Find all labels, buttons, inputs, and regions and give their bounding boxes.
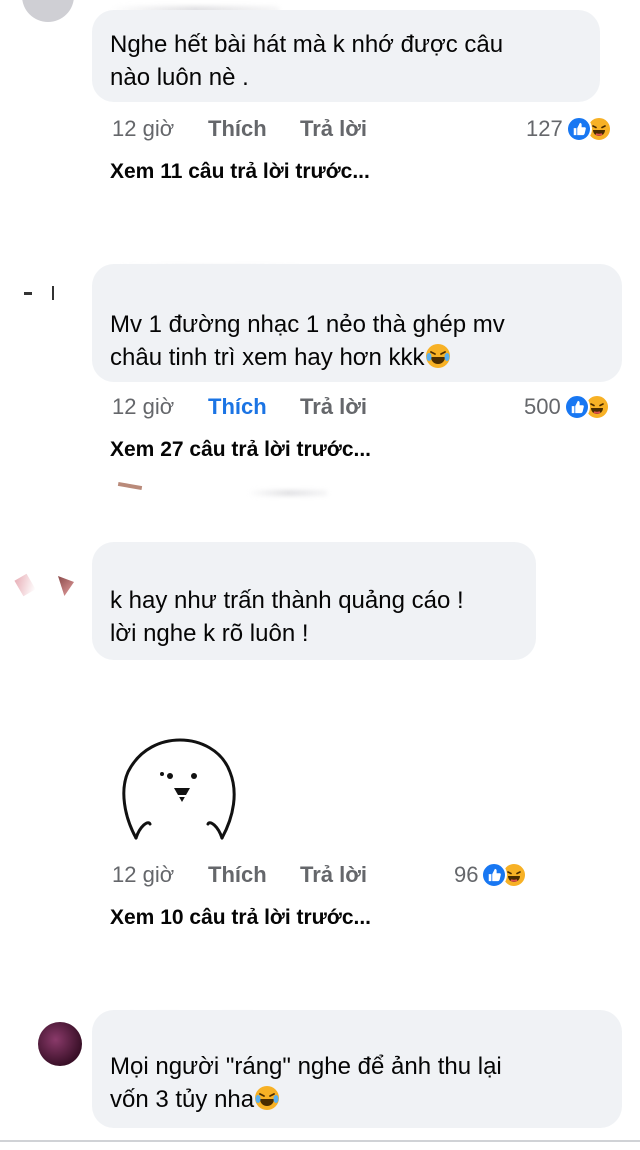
avatar-fragment (52, 286, 54, 300)
comment-bubble: k hay như trấn thành quảng cáo ! lời ngh… (92, 542, 536, 660)
reaction-summary[interactable]: 96 (454, 862, 528, 888)
comment-actions: 12 giờ Thích Trả lời (112, 394, 367, 420)
comment-text-line: nào luôn nè . (110, 64, 249, 91)
view-previous-replies[interactable]: Xem 11 câu trả lời trước... (110, 160, 370, 180)
view-previous-replies[interactable]: Xem 27 câu trả lời trước... (110, 438, 371, 462)
comment-time[interactable]: 12 giờ (112, 862, 208, 888)
bottom-divider (0, 1140, 640, 1142)
commenter-avatar[interactable] (38, 1022, 82, 1066)
reaction-summary[interactable]: 127 (526, 116, 612, 142)
comment-text-line: k hay như trấn thành quảng cáo ! (110, 587, 464, 614)
comment-actions: 12 giờ Thích Trả lời (112, 116, 367, 142)
reaction-count: 127 (526, 116, 563, 141)
blurred-fragment (117, 481, 143, 491)
comment-actions: 12 giờ Thích Trả lời (112, 862, 367, 888)
comment-text-line: Nghe hết bài hát mà k nhớ được câu (110, 31, 504, 58)
comment-text: vốn 3 tủy nha (110, 1086, 255, 1113)
avatar-fragment (14, 573, 36, 597)
blurred-fragment (248, 490, 328, 496)
avatar-fragment (58, 576, 74, 596)
reply-button[interactable]: Trả lời (300, 394, 367, 420)
comment-text-line: Mv 1 đường nhạc 1 nẻo thà ghép mv (110, 311, 505, 338)
like-button[interactable]: Thích (208, 116, 300, 142)
comment-bubble: Nghe hết bài hát mà k nhớ được câu nào l… (92, 10, 600, 102)
comment-text-line-with-emoji: châu tinh trì xem hay hơn kkk (110, 341, 604, 374)
laughing-tears-emoji (425, 343, 451, 369)
comment-bubble: Mọi người "ráng" nghe để ảnh thu lại vốn… (92, 1010, 622, 1128)
comment-text-line: lời nghe k rõ luôn ! (110, 620, 309, 647)
like-icon (565, 116, 592, 142)
reaction-count: 500 (524, 394, 561, 419)
like-icon (563, 394, 590, 420)
comment-time[interactable]: 12 giờ (112, 394, 208, 420)
reaction-summary[interactable]: 500 (524, 394, 610, 420)
smiling-blob-sticker[interactable] (114, 720, 244, 850)
reply-button[interactable]: Trả lời (300, 116, 367, 142)
like-button[interactable]: Thích (208, 394, 300, 420)
reaction-count: 96 (454, 862, 479, 887)
comment-time[interactable]: 12 giờ (112, 116, 208, 142)
commenter-avatar[interactable] (22, 0, 74, 22)
reply-button[interactable]: Trả lời (300, 862, 367, 888)
comment-text: châu tinh trì xem hay hơn kkk (110, 344, 425, 371)
comment-text-line-with-emoji: vốn 3 tủy nha (110, 1083, 604, 1116)
laughing-tears-emoji (254, 1085, 280, 1111)
comment-bubble: Mv 1 đường nhạc 1 nẻo thà ghép mv châu t… (92, 264, 622, 382)
view-previous-replies[interactable]: Xem 10 câu trả lời trước... (110, 906, 371, 930)
comment-text-line: Mọi người "ráng" nghe để ảnh thu lại (110, 1053, 502, 1080)
like-button[interactable]: Thích (208, 862, 300, 888)
avatar-fragment (24, 292, 32, 295)
